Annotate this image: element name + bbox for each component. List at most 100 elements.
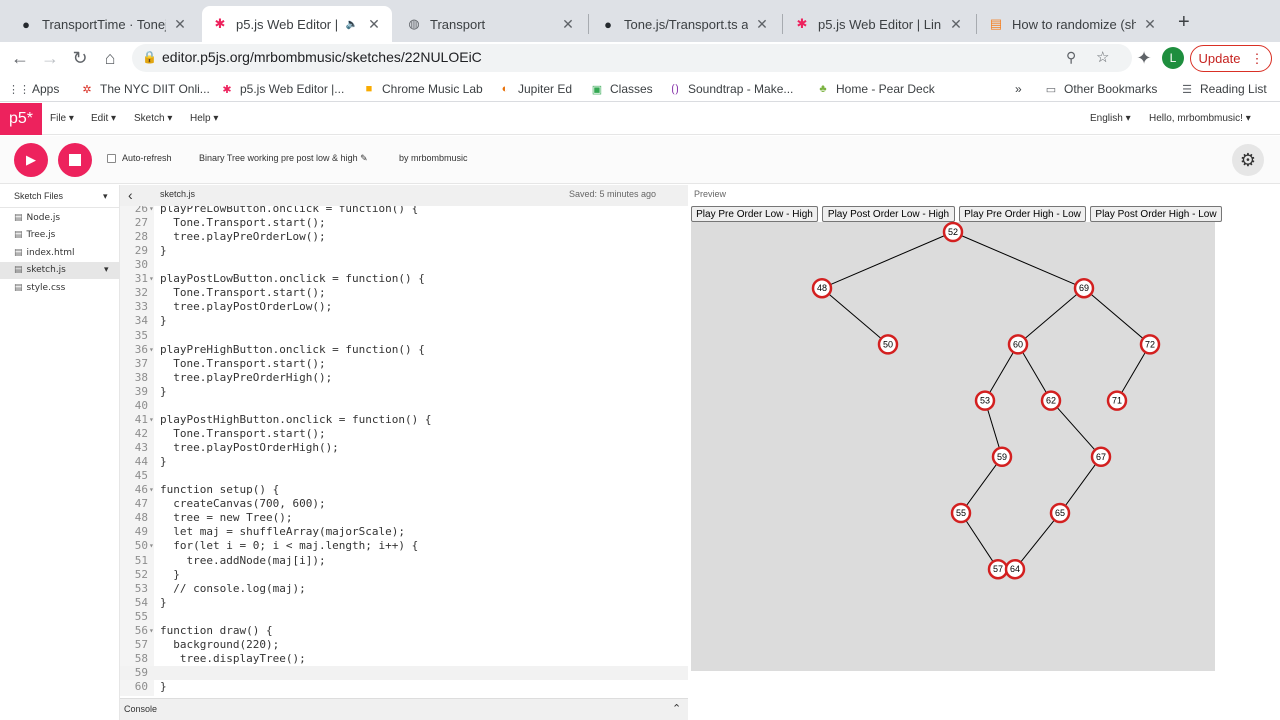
auto-refresh-checkbox[interactable] [107, 154, 116, 163]
browser-tab[interactable]: ✱ p5.js Web Editor | Bi 🔈 ✕ [202, 6, 392, 42]
bookmark-item[interactable]: ✱ p5.js Web Editor |... [220, 80, 344, 98]
menu-help[interactable]: Help ▾ [190, 113, 218, 124]
fold-arrow-icon[interactable]: ▾ [149, 413, 159, 427]
fold-arrow-icon[interactable]: ▾ [149, 343, 159, 357]
fold-arrow-icon[interactable]: ▾ [149, 483, 159, 497]
code-text: tree.playPreOrderHigh(); [160, 370, 333, 384]
update-button[interactable]: Update ⋮ [1190, 45, 1272, 72]
browser-tab[interactable]: ◍ Transport ✕ [396, 6, 586, 42]
tab-close-icon[interactable]: ✕ [1142, 16, 1158, 33]
code-line: 59 [120, 665, 688, 680]
p5-toolbar: ▶ Auto-refresh Binary Tree working pre p… [0, 136, 1280, 184]
code-text: playPostHighButton.onclick = function() … [160, 412, 432, 426]
profile-avatar[interactable]: L [1162, 47, 1184, 69]
code-line: 51 tree.addNode(maj[i]); [120, 554, 688, 568]
bookmark-item[interactable]: ✲ The NYC DIIT Onli... [80, 80, 209, 98]
code-editor[interactable]: 26 ▾ playPreLowButton.onclick = function()… [120, 206, 688, 696]
bookmarks-overflow-icon[interactable]: » [1015, 80, 1022, 98]
code-line: 60} [120, 680, 688, 694]
file-options-icon[interactable]: ▾ [104, 265, 109, 275]
sidebar-menu-icon[interactable]: ▾ [103, 191, 108, 202]
user-menu[interactable]: Hello, mrbombmusic! ▾ [1149, 113, 1251, 124]
forward-icon[interactable]: → [38, 46, 62, 70]
back-icon[interactable]: ← [8, 46, 32, 70]
new-tab-icon[interactable]: + [1178, 11, 1190, 34]
line-number: 50 [134, 539, 148, 553]
sidebar-file-item[interactable]: ▤ Node.js [0, 209, 120, 226]
address-bar[interactable]: 🔒 editor.p5js.org/mrbombmusic/sketches/2… [132, 44, 1132, 72]
reload-icon[interactable]: ↻ [68, 46, 92, 70]
sidebar-file-item[interactable]: ▤ sketch.js ▾ [0, 261, 120, 279]
file-name: style.css [26, 282, 66, 293]
classes-icon: ▣ [591, 83, 603, 96]
home-icon[interactable]: ⌂ [98, 46, 122, 70]
language-menu[interactable]: English ▾ [1090, 113, 1131, 124]
tab-close-icon[interactable]: ✕ [172, 16, 188, 33]
tree-node-label: 59 [997, 452, 1007, 462]
tab-close-icon[interactable]: ✕ [948, 16, 964, 33]
canvas-button[interactable]: Play Pre Order High - Low [959, 206, 1086, 222]
other-bookmarks-label: Other Bookmarks [1064, 82, 1158, 96]
p5-asterisk-icon: ✱ [796, 16, 808, 31]
line-number: 41 [134, 412, 148, 426]
line-number: 58 [134, 651, 148, 665]
fold-arrow-icon[interactable]: ▾ [149, 206, 159, 216]
fold-arrow-icon[interactable]: ▾ [149, 539, 159, 553]
bookmark-item[interactable]: ◐ Jupiter Ed [498, 80, 572, 98]
code-line: 57 background(220); [120, 638, 688, 652]
bookmark-item[interactable]: ⟮⟯ Soundtrap - Make... [668, 80, 793, 98]
menu-edit[interactable]: Edit ▾ [91, 113, 116, 124]
sidebar-file-item[interactable]: ▤ Tree.js [0, 227, 120, 244]
tab-close-icon[interactable]: ✕ [754, 16, 770, 33]
zoom-icon[interactable]: ⚲ [1066, 49, 1076, 66]
stop-button[interactable] [58, 143, 92, 177]
editor-file-tab[interactable]: sketch.js [160, 189, 195, 199]
tab-close-icon[interactable]: ✕ [366, 16, 382, 33]
sketch-author[interactable]: by mrbombmusic [399, 153, 468, 163]
p5-logo[interactable]: p5* [0, 103, 42, 135]
code-line: 30 [120, 258, 688, 272]
browser-tab[interactable]: ✱ p5.js Web Editor | Linked ✕ [784, 6, 974, 42]
browser-tab[interactable]: ▤ How to randomize (shuff ✕ [978, 6, 1168, 42]
sidebar-file-item[interactable]: ▤ index.html [0, 244, 120, 261]
p5-nav-bar: p5* File ▾ Edit ▾ Sketch ▾ Help ▾ Englis… [0, 103, 1280, 135]
code-text: tree.addNode(maj[i]); [160, 553, 326, 567]
tree-node-label: 67 [1096, 452, 1106, 462]
tab-title: Transport [430, 16, 486, 32]
tab-close-icon[interactable]: ✕ [560, 16, 576, 33]
menu-sketch[interactable]: Sketch ▾ [134, 113, 172, 124]
tab-title: TransportTime · Tonejs/T [42, 16, 166, 32]
bookmark-item[interactable]: ♣ Home - Pear Deck [816, 80, 934, 98]
browser-tab[interactable]: ● TransportTime · Tonejs/T ✕ [8, 6, 198, 42]
sketch-name[interactable]: Binary Tree working pre post low & high … [199, 153, 368, 164]
bookmark-item[interactable]: ⋮⋮ Apps [8, 80, 59, 98]
line-number: 31 [134, 272, 148, 286]
reading-list[interactable]: ☰ Reading List [1180, 80, 1267, 98]
console-bar[interactable]: Console ⌃ [120, 698, 688, 720]
settings-gear-icon[interactable]: ⚙ [1232, 144, 1264, 176]
line-number: 39 [134, 384, 148, 398]
bookmark-label: p5.js Web Editor |... [240, 82, 345, 96]
canvas-button[interactable]: Play Post Order Low - High [822, 206, 955, 222]
sidebar-file-item[interactable]: ▤ style.css [0, 279, 120, 296]
collapse-sidebar-icon[interactable]: ‹ [128, 187, 133, 203]
console-expand-icon[interactable]: ⌃ [672, 702, 681, 715]
bookmark-item[interactable]: ■ Chrome Music Lab [362, 80, 483, 98]
line-number: 59 [134, 665, 148, 679]
canvas-button[interactable]: Play Post Order High - Low [1090, 206, 1222, 222]
play-button[interactable]: ▶ [14, 143, 48, 177]
fold-arrow-icon[interactable]: ▾ [149, 272, 159, 286]
bookmark-item[interactable]: ▣ Classes [590, 80, 653, 98]
tree-node-label: 48 [817, 283, 827, 293]
browser-tab[interactable]: ● Tone.js/Transport.ts at c ✕ [590, 6, 780, 42]
extensions-icon[interactable]: ✦ [1132, 46, 1156, 70]
sketch-canvas[interactable] [691, 222, 1215, 671]
code-line: 26 ▾ playPreLowButton.onclick = function()… [120, 206, 688, 216]
menu-file[interactable]: File ▾ [50, 113, 74, 124]
other-bookmarks[interactable]: ▭ Other Bookmarks [1044, 80, 1158, 98]
canvas-button[interactable]: Play Pre Order Low - High [691, 206, 818, 222]
line-number: 51 [134, 553, 148, 567]
star-icon[interactable]: ☆ [1096, 48, 1109, 66]
tree-node-label: 64 [1010, 564, 1020, 574]
fold-arrow-icon[interactable]: ▾ [149, 624, 159, 638]
